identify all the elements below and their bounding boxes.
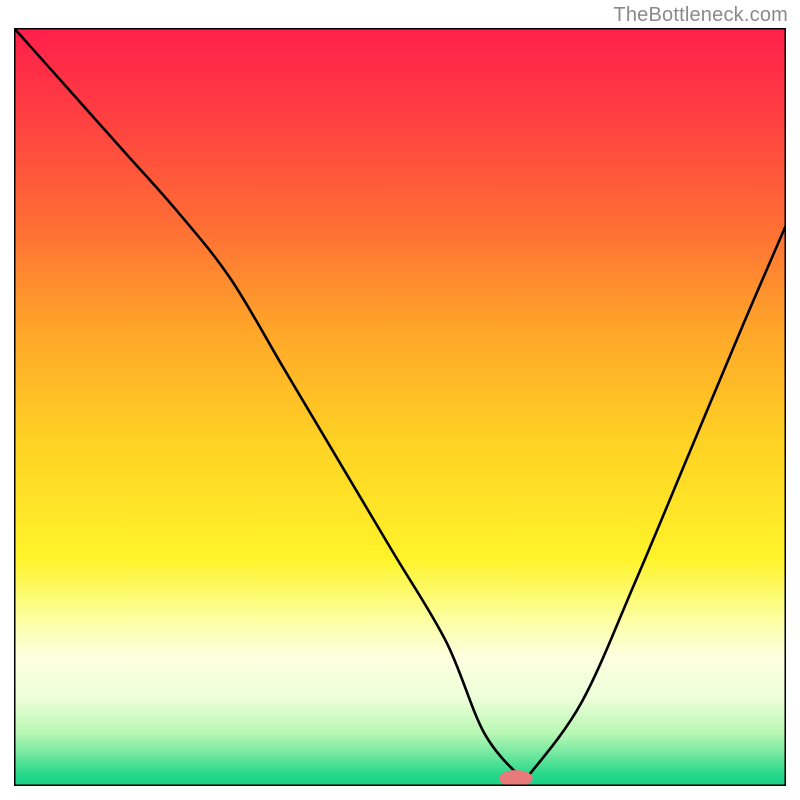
chart-plot-area [14,28,786,786]
chart-background-gradient [14,28,786,786]
chart-svg [14,28,786,786]
chart-marker-pill [499,770,533,786]
watermark-text: TheBottleneck.com [613,4,788,27]
